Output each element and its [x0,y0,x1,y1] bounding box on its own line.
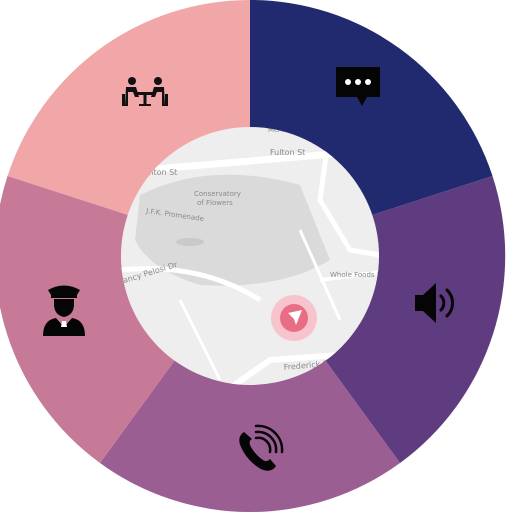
locate-me-button[interactable] [271,295,317,341]
map-label-whole-foods: Whole Foods M [330,271,383,279]
map-label-conservatory-line2: of Flowers [197,199,233,207]
radial-menu: Fulton St Fulton St McAllis Conservatory… [0,0,510,512]
radial-menu-wheel: Fulton St Fulton St McAllis Conservatory… [0,0,506,512]
map-label-fulton-st-right: Fulton St [270,148,305,157]
map-label-conservatory-line1: Conservatory [194,190,241,198]
